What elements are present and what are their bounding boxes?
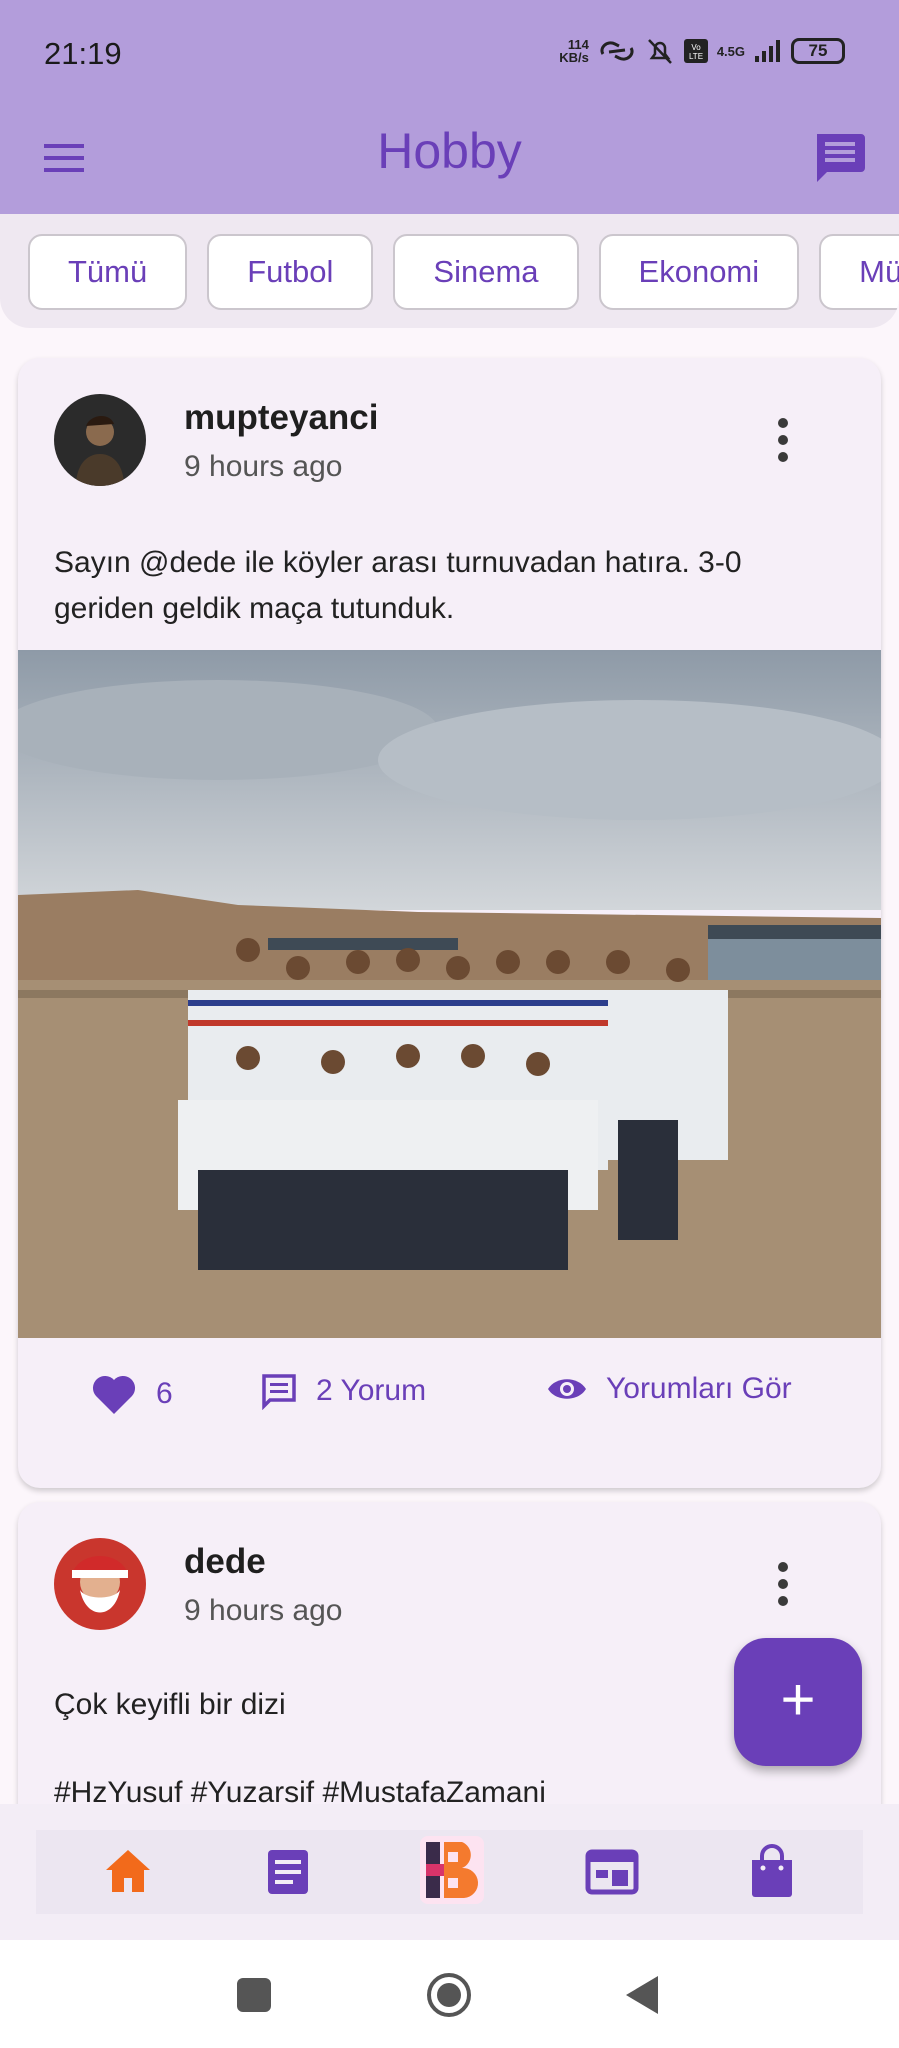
chip-all[interactable]: Tümü [28,234,188,310]
more-options-icon[interactable] [775,1562,791,1606]
bottom-nav-bar [36,1830,863,1914]
link-icon [600,41,634,61]
post-actions: 6 2 Yorum Yorumları Gör [18,1338,881,1458]
recents-icon[interactable] [229,1970,279,2020]
status-bar: 21:19 114 KB/s Vo LTE 4.5G 75 [0,0,899,104]
post-hashtags[interactable]: #HzYusuf #Yuzarsif #MustafaZamani [54,1770,831,1804]
post-username[interactable]: mupteyanci [184,398,379,438]
chip-cinema[interactable]: Sinema [393,234,579,310]
logo-icon[interactable] [418,1834,486,1906]
like-button[interactable]: 6 [90,1372,173,1416]
chip-economy[interactable]: Ekonomi [598,234,800,310]
back-icon[interactable] [618,1970,668,2020]
app-title: Hobby [377,123,522,179]
svg-text:Vo: Vo [691,43,701,52]
category-chips: Tümü Futbol Sinema Ekonomi Müz [28,234,899,310]
like-count: 6 [156,1377,173,1410]
comment-button[interactable]: 2 Yorum [260,1372,426,1410]
home-icon[interactable] [98,1842,158,1902]
battery-icon: 75 [791,38,845,64]
chip-music[interactable]: Müz [819,234,899,310]
post-time: 9 hours ago [184,450,343,483]
category-bar: Tümü Futbol Sinema Ekonomi Müz [0,214,899,328]
system-navigation [0,1940,899,2048]
comment-icon [262,1374,296,1410]
muted-bell-icon [647,39,672,64]
add-post-button[interactable]: + [734,1638,862,1766]
post-image[interactable] [18,650,881,1338]
eye-icon [548,1379,586,1399]
shopping-bag-icon[interactable] [742,1842,802,1902]
avatar[interactable] [54,1538,146,1630]
post-text: Sayın @dede ile köyler arası turnuvadan … [54,546,742,625]
post-time: 9 hours ago [184,1594,343,1627]
article-icon[interactable] [258,1842,318,1902]
avatar[interactable] [54,394,146,486]
view-comments-label: Yorumları Gör [606,1372,792,1405]
status-time: 21:19 [44,36,122,71]
view-comments-button[interactable]: Yorumları Gör [546,1372,792,1406]
post-card: mupteyanci 9 hours ago Sayın @dede ile k… [18,358,881,1488]
home-button-icon[interactable] [424,1970,474,2020]
volte-icon: VoLTE [683,39,708,63]
post-text: Çok keyifli bir dizi [54,1688,286,1721]
status-icons: 114 KB/s Vo LTE 4.5G 75 [559,36,845,66]
chat-icon[interactable] [809,128,869,188]
network-type: 4.5G [716,43,745,59]
chip-football[interactable]: Futbol [207,234,374,310]
post-username[interactable]: dede [184,1542,266,1582]
network-speed: 114 KB/s [559,37,589,65]
bottom-navigation [0,1804,899,1940]
svg-text:LTE: LTE [689,52,703,61]
comment-count: 2 Yorum [316,1374,427,1407]
calendar-icon[interactable] [582,1842,642,1902]
signal-icon [755,40,780,62]
heart-icon [92,1375,136,1414]
app-bar: Hobby [0,104,899,214]
feed[interactable]: mupteyanci 9 hours ago Sayın @dede ile k… [0,328,899,1804]
more-options-icon[interactable] [775,418,791,462]
